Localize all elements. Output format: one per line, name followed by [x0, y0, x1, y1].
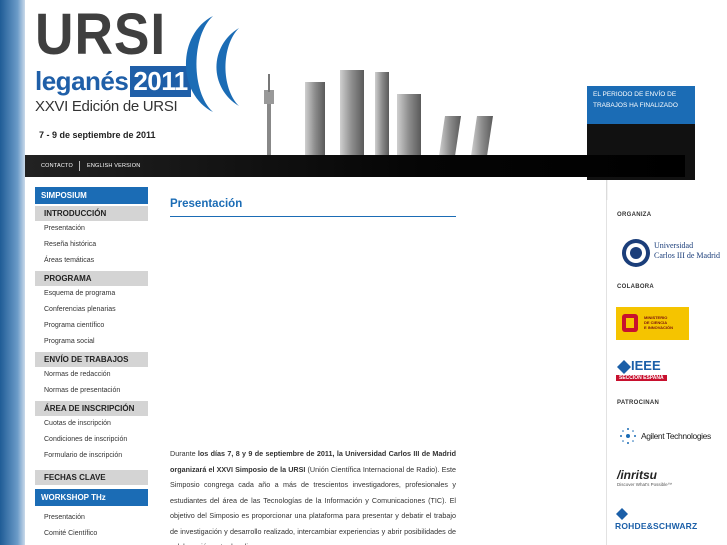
rohde-text: ROHDE&SCHWARZ — [615, 521, 698, 531]
anritsu-text: /inritsu — [617, 468, 658, 482]
sponsors-column: ORGANIZA Universidad Carlos III de Madri… — [606, 200, 727, 545]
sidebar-item-resena-historica[interactable]: Reseña histórica — [35, 237, 148, 253]
sidebar-item-normas-redaccion[interactable]: Normas de redacción — [35, 367, 148, 383]
agilent-spark-icon — [620, 428, 636, 444]
sidebar-heading-inscripcion[interactable]: ÁREA DE INSCRIPCIÓN — [35, 401, 148, 416]
sidebar-heading-envio[interactable]: ENVÍO DE TRABAJOS — [35, 352, 148, 367]
ieee-diamond-icon — [617, 360, 631, 374]
ministerio-logo-link[interactable]: MINISTERIO DE CIENCIA E INNOVACIÓN — [616, 307, 689, 340]
agilent-logo-link[interactable]: Agilent Technologies — [617, 425, 725, 449]
uc3m-logo-link[interactable]: Universidad Carlos III de Madrid — [619, 236, 723, 270]
label-organiza: ORGANIZA — [617, 212, 652, 218]
logo-ursi-text: URSI — [35, 2, 167, 67]
main-content: Presentación — [170, 198, 456, 217]
notice-text: EL PERIODO DE ENVÍO DE TRABAJOS HA FINAL… — [587, 86, 695, 124]
radio-waves-icon — [186, 16, 239, 112]
sidebar-item-comite-cientifico[interactable]: Comité Científico — [35, 526, 148, 542]
sidebar-heading-programa[interactable]: PROGRAMA — [35, 271, 148, 286]
uc3m-seal-icon — [622, 239, 650, 267]
anritsu-logo-link[interactable]: /inritsu Discover What's Possible™ — [617, 468, 697, 492]
sidebar-item-conferencias-plenarias[interactable]: Conferencias plenarias — [35, 302, 148, 318]
para-intro: Durante — [170, 449, 198, 458]
sidebar-heading-introduccion[interactable]: INTRODUCCIÓN — [35, 206, 148, 221]
sidebar-item-presentacion[interactable]: Presentación — [35, 221, 148, 237]
left-decorative-stripe — [0, 0, 25, 545]
label-colabora: COLABORA — [617, 284, 655, 290]
sidebar-heading-fechas[interactable]: FECHAS CLAVE — [35, 470, 148, 485]
logo-city: leganés — [35, 66, 129, 96]
sidebar-item-cuotas[interactable]: Cuotas de inscripción — [35, 416, 148, 432]
sidebar-item-esquema-programa[interactable]: Esquema de programa — [35, 286, 148, 302]
logo-edition: XXVI Edición de URSI — [35, 98, 178, 115]
nav-contacto-link[interactable]: CONTACTO — [41, 163, 73, 169]
ieee-sub: SECCIÓN ESPAÑA — [616, 375, 667, 381]
ieee-text: IEEE — [631, 358, 661, 373]
para-rest: (Unión Científica Internacional de Radio… — [170, 464, 456, 545]
city-skyline-image — [264, 70, 493, 156]
coat-of-arms-icon — [622, 314, 638, 332]
sidebar-item-programa-social[interactable]: Programa social — [35, 334, 148, 350]
ieee-logo-link[interactable]: IEEE SECCIÓN ESPAÑA — [616, 358, 686, 384]
nav-separator — [79, 161, 80, 171]
anritsu-sub: Discover What's Possible™ — [617, 482, 673, 487]
sidebar-item-condiciones[interactable]: Condiciones de inscripción — [35, 432, 148, 448]
ministerio-line3: E INNOVACIÓN — [644, 325, 674, 330]
sidebar-item-areas-tematicas[interactable]: Áreas temáticas — [35, 253, 148, 269]
event-dates: 7 - 9 de septiembre de 2011 — [39, 130, 156, 140]
label-patrocinan: PATROCINAN — [617, 400, 660, 406]
nav-english-link[interactable]: ENGLISH VERSION — [87, 163, 140, 169]
sidebar-menu: SIMPOSIUM INTRODUCCIÓN Presentación Rese… — [35, 187, 148, 542]
sidebar-item-normas-presentacion[interactable]: Normas de presentación — [35, 383, 148, 399]
sidebar-section-workshop[interactable]: WORKSHOP THz — [35, 489, 148, 506]
ministerio-text: MINISTERIO DE CIENCIA E INNOVACIÓN — [644, 315, 673, 330]
rohde-schwarz-logo-link[interactable]: ROHDE&SCHWARZ — [607, 508, 727, 536]
sidebar-section-simposium[interactable]: SIMPOSIUM — [35, 187, 148, 204]
uc3m-line1: Universidad — [654, 241, 694, 250]
sidebar-item-workshop-presentacion[interactable]: Presentación — [35, 510, 148, 526]
rohde-diamond-icon — [616, 508, 628, 520]
sidebar-item-programa-cientifico[interactable]: Programa científico — [35, 318, 148, 334]
sidebar-item-formulario[interactable]: Formulario de inscripción — [35, 448, 148, 464]
agilent-text: Agilent Technologies — [641, 431, 711, 441]
logo-leganes: leganés 2011 — [35, 66, 191, 97]
uc3m-line2: Carlos III de Madrid — [654, 251, 720, 260]
top-navbar: CONTACTO ENGLISH VERSION — [25, 155, 685, 177]
uc3m-name: Universidad Carlos III de Madrid — [654, 241, 720, 261]
presentation-paragraph: Durante los días 7, 8 y 9 de septiembre … — [170, 446, 456, 545]
page-title: Presentación — [170, 198, 456, 217]
